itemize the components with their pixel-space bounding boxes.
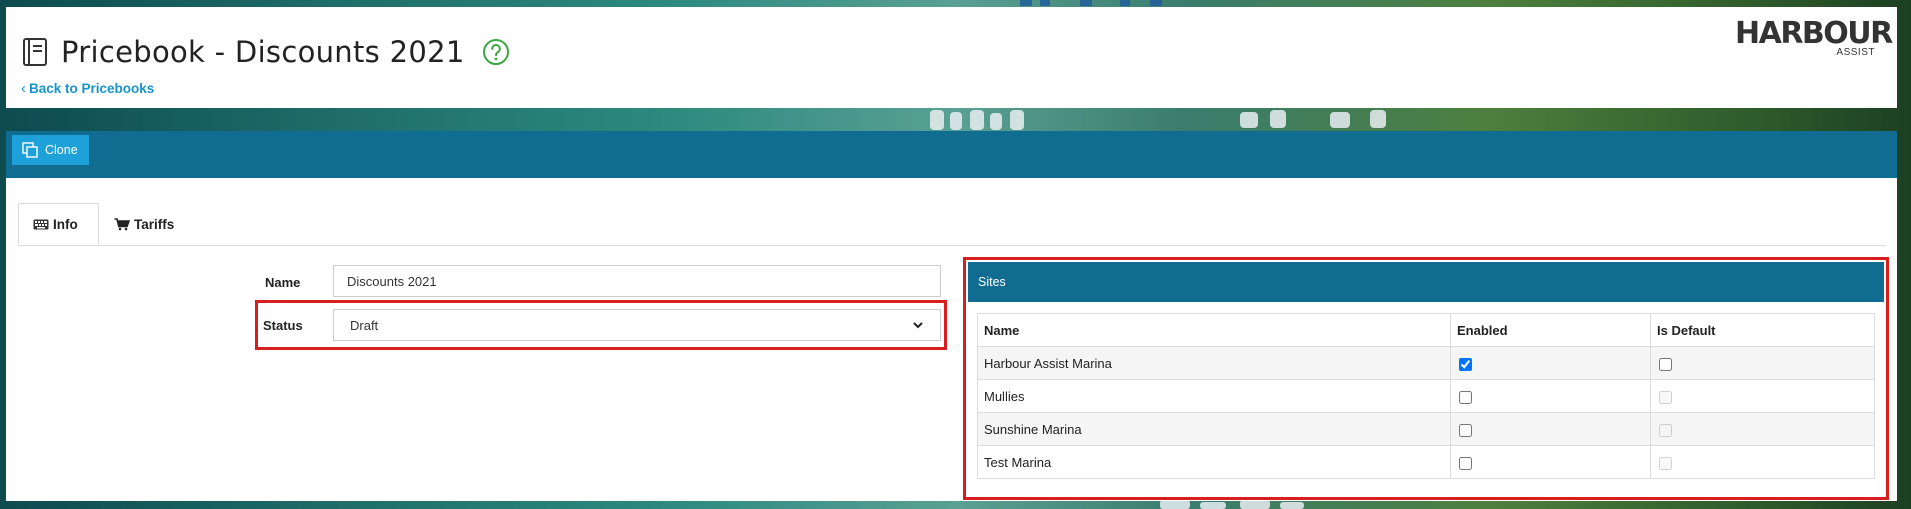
back-link-label: Back to Pricebooks [29, 81, 155, 96]
column-header-name: Name [977, 313, 1451, 347]
chevron-left-icon: ‹ [21, 80, 26, 97]
enabled-cell [1450, 412, 1651, 446]
clone-button[interactable]: Clone [12, 135, 89, 165]
table-row: Harbour Assist Marina [977, 346, 1875, 380]
enabled-cell [1450, 445, 1651, 479]
is-default-checkbox [1659, 456, 1672, 470]
column-header-is-default: Is Default [1650, 313, 1875, 347]
is-default-checkbox [1659, 390, 1672, 404]
cart-icon [114, 217, 130, 230]
tab-tariffs[interactable]: Tariffs [100, 203, 188, 245]
site-name: Test Marina [977, 445, 1451, 479]
is-default-checkbox[interactable] [1659, 357, 1672, 371]
sites-table: Name Enabled Is Default Harbour Assist M… [977, 313, 1875, 479]
page-title: Pricebook - Discounts 2021 [61, 35, 465, 69]
book-icon [23, 38, 47, 66]
clone-icon [22, 142, 38, 158]
logo-brand: HARBOUR [1735, 16, 1893, 51]
site-name: Harbour Assist Marina [977, 346, 1451, 380]
default-cell [1650, 379, 1875, 413]
status-highlight-box [255, 300, 947, 350]
site-name: Sunshine Marina [977, 412, 1451, 446]
default-cell [1650, 445, 1875, 479]
clone-label: Clone [45, 143, 78, 157]
table-header-row: Name Enabled Is Default [977, 313, 1875, 347]
column-header-enabled: Enabled [1450, 313, 1651, 347]
enabled-checkbox[interactable] [1459, 357, 1472, 371]
is-default-checkbox [1659, 423, 1672, 437]
name-input[interactable] [333, 265, 941, 297]
page-header: Pricebook - Discounts 2021 ‹ Back to Pri… [6, 7, 1897, 108]
tab-bar: Info Tariffs [18, 203, 1886, 246]
enabled-checkbox[interactable] [1459, 390, 1472, 404]
keyboard-icon [33, 219, 49, 229]
harbour-assist-logo: HARBOUR ASSIST [1735, 16, 1893, 69]
enabled-cell [1450, 379, 1651, 413]
default-cell [1650, 346, 1875, 380]
enabled-checkbox[interactable] [1459, 456, 1472, 470]
site-name: Mullies [977, 379, 1451, 413]
default-cell [1650, 412, 1875, 446]
sites-panel: Sites Name Enabled Is Default Harbour As… [968, 262, 1884, 495]
name-label: Name [265, 275, 301, 290]
enabled-cell [1450, 346, 1651, 380]
sites-panel-title: Sites [968, 262, 1884, 302]
tab-info[interactable]: Info [18, 203, 99, 245]
help-icon[interactable] [482, 38, 510, 66]
title-row: Pricebook - Discounts 2021 [21, 35, 510, 69]
back-to-pricebooks-link[interactable]: ‹ Back to Pricebooks [21, 80, 154, 97]
enabled-checkbox[interactable] [1459, 423, 1472, 437]
main-content: Info Tariffs Name Status Draft Sites Nam… [6, 178, 1897, 501]
action-toolbar: Clone [6, 131, 1897, 178]
tab-info-label: Info [53, 216, 78, 232]
table-row: Test Marina [977, 445, 1875, 479]
table-row: Mullies [977, 379, 1875, 413]
table-row: Sunshine Marina [977, 412, 1875, 446]
tab-tariffs-label: Tariffs [134, 216, 175, 232]
